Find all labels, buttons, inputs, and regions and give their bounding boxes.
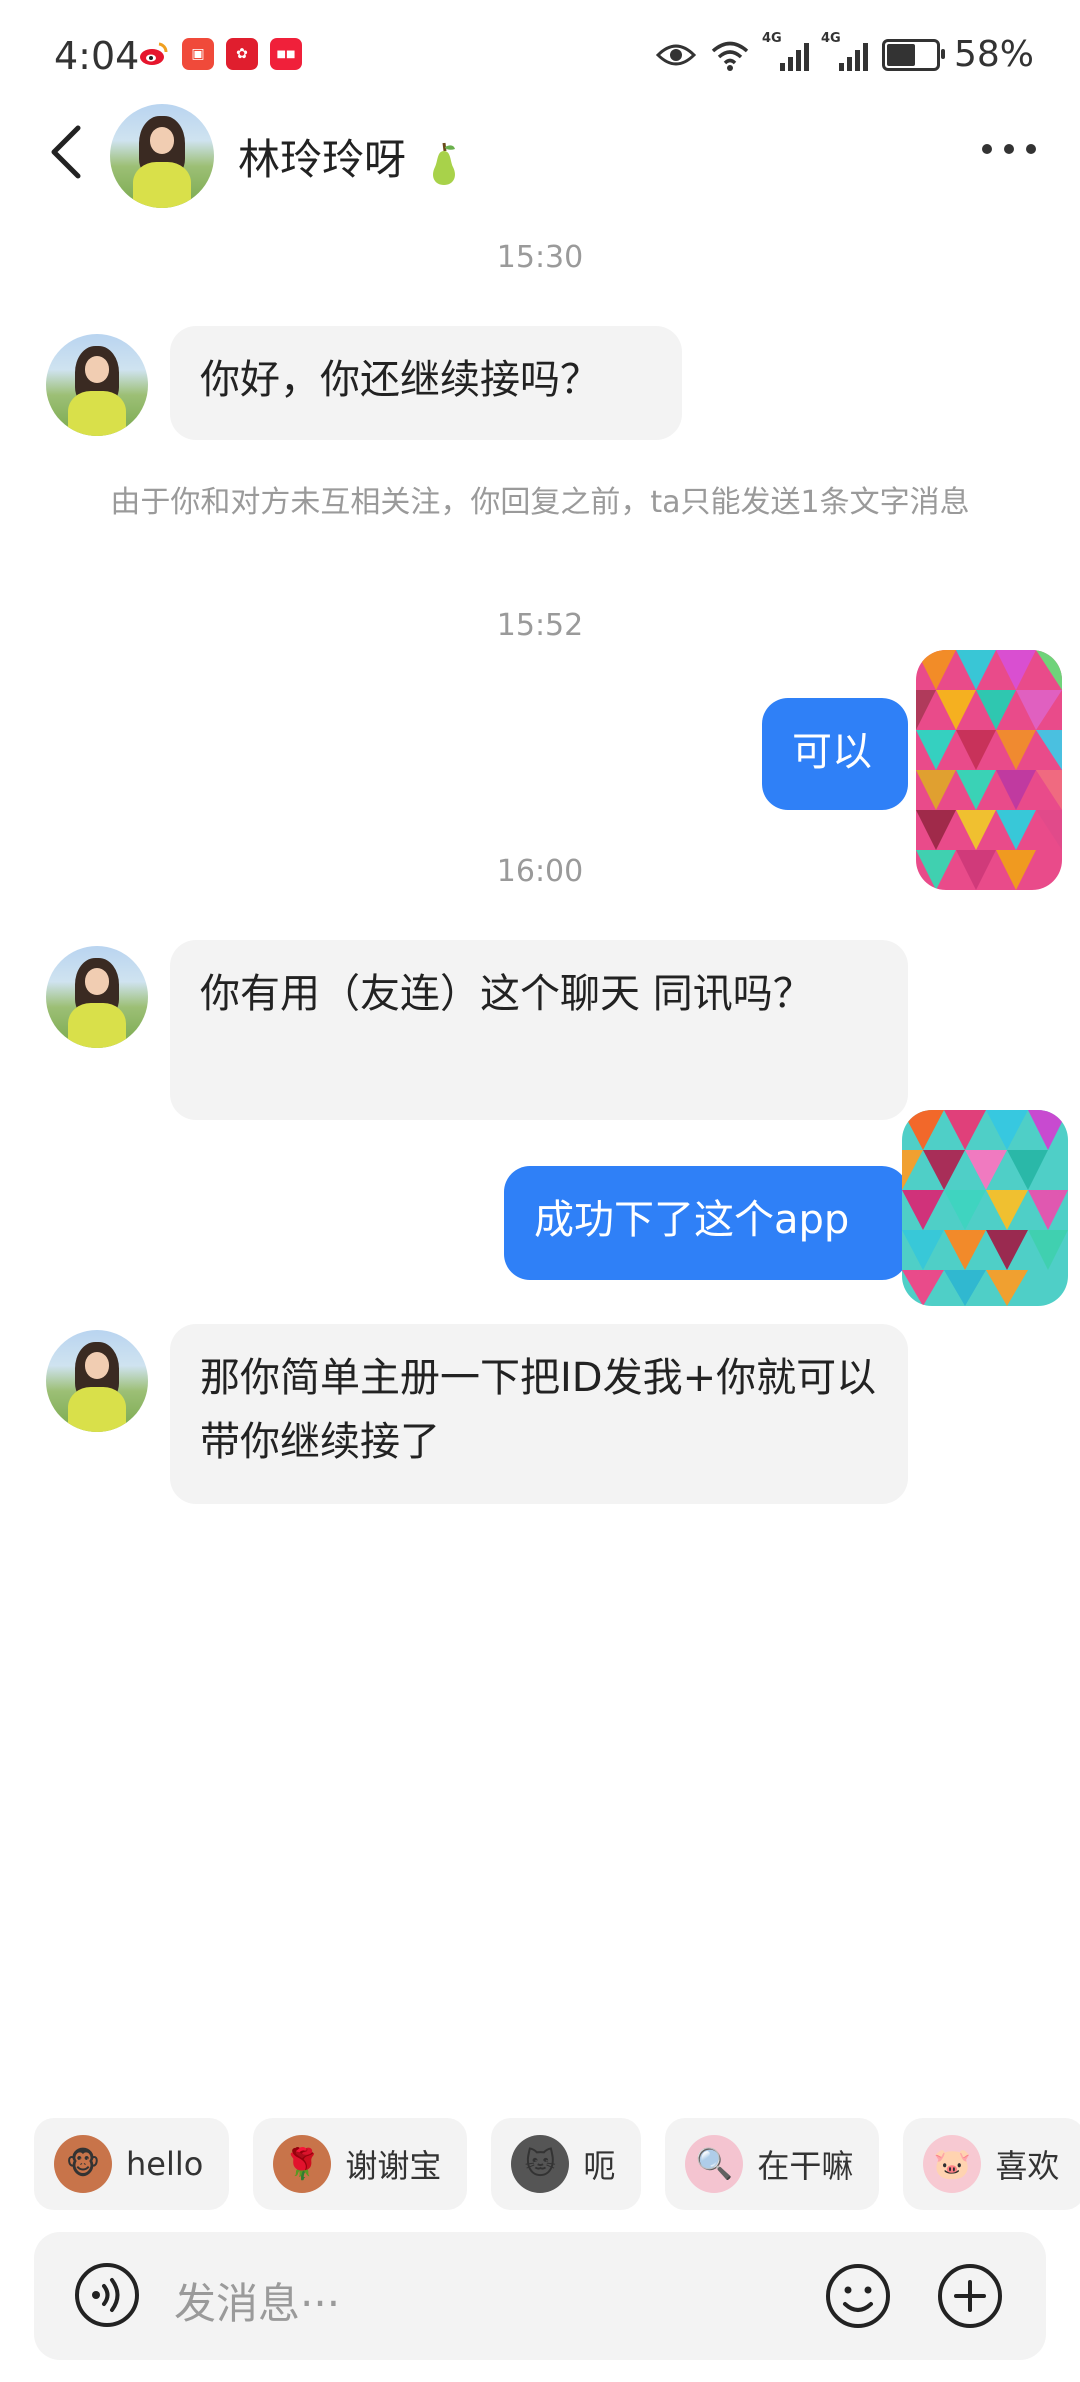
back-icon[interactable] bbox=[42, 122, 92, 182]
network-label-1: 4G bbox=[761, 30, 782, 46]
signal-icon-2: 4G bbox=[821, 31, 868, 71]
own-avatar-mosaic[interactable] bbox=[902, 1110, 1068, 1306]
timestamp: 15:52 bbox=[496, 608, 584, 643]
timestamp: 16:00 bbox=[496, 854, 584, 889]
pear-icon bbox=[433, 142, 456, 185]
quick-reply-label: 喜欢 bbox=[995, 2147, 1060, 2185]
quick-reply-what-doing[interactable]: 🔍 在干嘛 bbox=[665, 2118, 880, 2210]
quick-reply-label: hello bbox=[126, 2145, 204, 2183]
battery-percent: 58% bbox=[953, 34, 1034, 75]
message-input[interactable]: 发消息··· bbox=[174, 2270, 340, 2331]
app-icon-red-2: ✿ bbox=[226, 38, 258, 70]
timestamp: 15:30 bbox=[496, 240, 584, 275]
cat-icon: 🐱 bbox=[511, 2135, 570, 2193]
quick-reply-thanks[interactable]: 🌹 谢谢宝 bbox=[253, 2118, 468, 2210]
app-icon-red: ▣ bbox=[182, 38, 214, 70]
magnifier-icon: 🔍 bbox=[685, 2135, 744, 2193]
more-options-icon[interactable] bbox=[982, 144, 1036, 154]
message-bubble-outgoing[interactable]: 可以 bbox=[762, 698, 908, 810]
status-time: 4:04 bbox=[54, 34, 140, 78]
sender-avatar[interactable] bbox=[46, 946, 148, 1048]
message-bubble-outgoing[interactable]: 成功下了这个app bbox=[504, 1166, 908, 1280]
sender-avatar[interactable] bbox=[46, 1330, 148, 1432]
voice-input-icon[interactable] bbox=[74, 2262, 140, 2328]
pig-icon: 🐷 bbox=[923, 2135, 982, 2193]
quick-reply-like[interactable]: 🐷 喜欢 bbox=[903, 2118, 1080, 2210]
monkey-icon: 🐵 bbox=[54, 2135, 112, 2193]
contact-name-text: 林玲玲呀 bbox=[238, 135, 407, 184]
contact-avatar[interactable] bbox=[110, 104, 214, 208]
signal-icon-1: 4G bbox=[762, 31, 809, 71]
status-right: 4G 4G 58% bbox=[655, 31, 1034, 75]
quick-reply-bar: 🐵 hello 🌹 谢谢宝 🐱 呃 🔍 在干嘛 🐷 喜欢 bbox=[34, 2118, 1080, 2210]
status-bar: 4:04 ▣ ✿ ■■ 4G 4G 58% bbox=[0, 0, 1080, 115]
app-icon-red-3: ■■ bbox=[270, 38, 302, 70]
status-app-icons: ▣ ✿ ■■ bbox=[138, 38, 302, 70]
monkey-flower-icon: 🌹 bbox=[273, 2135, 332, 2193]
network-label-2: 4G bbox=[820, 30, 841, 46]
eye-icon bbox=[655, 44, 696, 65]
quick-reply-label: 谢谢宝 bbox=[345, 2147, 442, 2185]
message-input-bar: 发消息··· bbox=[34, 2232, 1046, 2360]
chat-header: 林玲玲呀 bbox=[0, 100, 1080, 210]
message-bubble-incoming[interactable]: 那你简单主册一下把ID发我+你就可以带你继续接了 bbox=[170, 1324, 908, 1504]
sender-avatar[interactable] bbox=[46, 334, 148, 436]
message-bubble-incoming[interactable]: 你有用（友连）这个聊天 同讯吗？ bbox=[170, 940, 908, 1120]
follow-notice: 由于你和对方未互相关注，你回复之前，ta只能发送1条文字消息 bbox=[110, 485, 970, 520]
quick-reply-hello[interactable]: 🐵 hello bbox=[34, 2118, 230, 2210]
quick-reply-label: 在干嘛 bbox=[757, 2147, 854, 2185]
weibo-icon bbox=[138, 38, 170, 70]
plus-icon[interactable] bbox=[936, 2262, 1004, 2330]
battery-icon bbox=[881, 38, 945, 71]
emoji-icon[interactable] bbox=[824, 2262, 892, 2330]
quick-reply-uh[interactable]: 🐱 呃 bbox=[491, 2118, 642, 2210]
quick-reply-label: 呃 bbox=[583, 2147, 616, 2185]
wifi-icon bbox=[711, 41, 749, 71]
contact-name[interactable]: 林玲玲呀 bbox=[238, 126, 463, 187]
message-bubble-incoming[interactable]: 你好，你还继续接吗？ bbox=[170, 326, 682, 440]
